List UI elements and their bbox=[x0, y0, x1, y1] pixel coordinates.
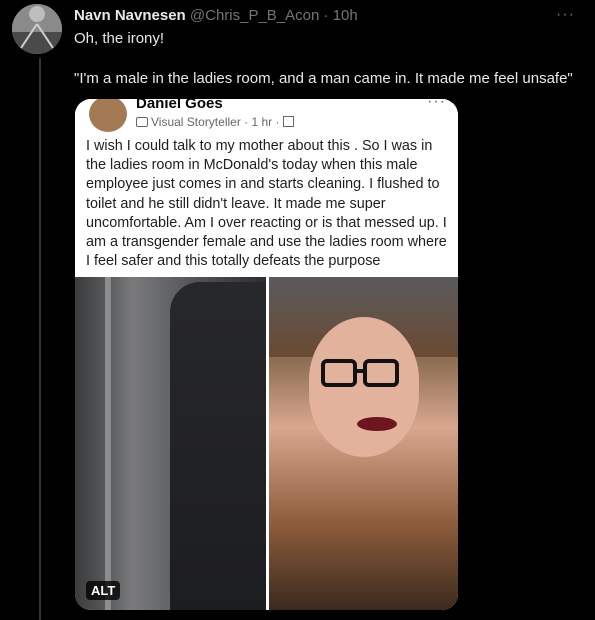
avatar[interactable] bbox=[12, 4, 62, 54]
audience-icon bbox=[282, 116, 294, 127]
glasses-icon bbox=[321, 359, 399, 387]
lips-shape bbox=[357, 417, 397, 431]
post-author-avatar bbox=[89, 99, 127, 132]
tweet-text-line: Oh, the irony! bbox=[74, 30, 165, 47]
more-options-icon[interactable]: ··· bbox=[556, 6, 575, 24]
post-photos bbox=[75, 277, 458, 610]
door-frame bbox=[105, 277, 111, 610]
face-shape bbox=[309, 317, 419, 457]
facebook-post-screenshot: Daniel Goes Visual Storyteller · 1 hr · … bbox=[75, 99, 458, 277]
separator: · bbox=[323, 7, 329, 24]
post-body-text: I wish I could talk to my mother about t… bbox=[86, 138, 447, 270]
thread-line bbox=[39, 58, 41, 620]
tweet-media-image[interactable]: Daniel Goes Visual Storyteller · 1 hr · … bbox=[75, 99, 458, 610]
alt-text-badge[interactable]: ALT bbox=[86, 581, 121, 600]
post-subtitle-text: Visual Storyteller · 1 hr · bbox=[151, 115, 280, 129]
selfie-photo bbox=[269, 277, 458, 610]
employee-figure bbox=[170, 282, 266, 610]
restroom-photo bbox=[75, 277, 266, 610]
badge-icon bbox=[136, 117, 148, 127]
display-name[interactable]: Navn Navnesen bbox=[74, 7, 186, 24]
avatar-image bbox=[12, 4, 62, 54]
tweet-quote-line: "I'm a male in the ladies room, and a ma… bbox=[74, 70, 573, 87]
tweet-header: Navn Navnesen @Chris_P_B_Acon · 10h bbox=[74, 7, 358, 24]
post-author-subtitle: Visual Storyteller · 1 hr · bbox=[136, 115, 294, 129]
post-more-icon: ··· bbox=[427, 99, 446, 110]
timestamp[interactable]: 10h bbox=[333, 7, 358, 24]
user-handle[interactable]: @Chris_P_B_Acon bbox=[190, 7, 319, 24]
post-author-name: Daniel Goes bbox=[136, 99, 223, 112]
tweet-text: Oh, the irony! "I'm a male in the ladies… bbox=[74, 29, 584, 89]
